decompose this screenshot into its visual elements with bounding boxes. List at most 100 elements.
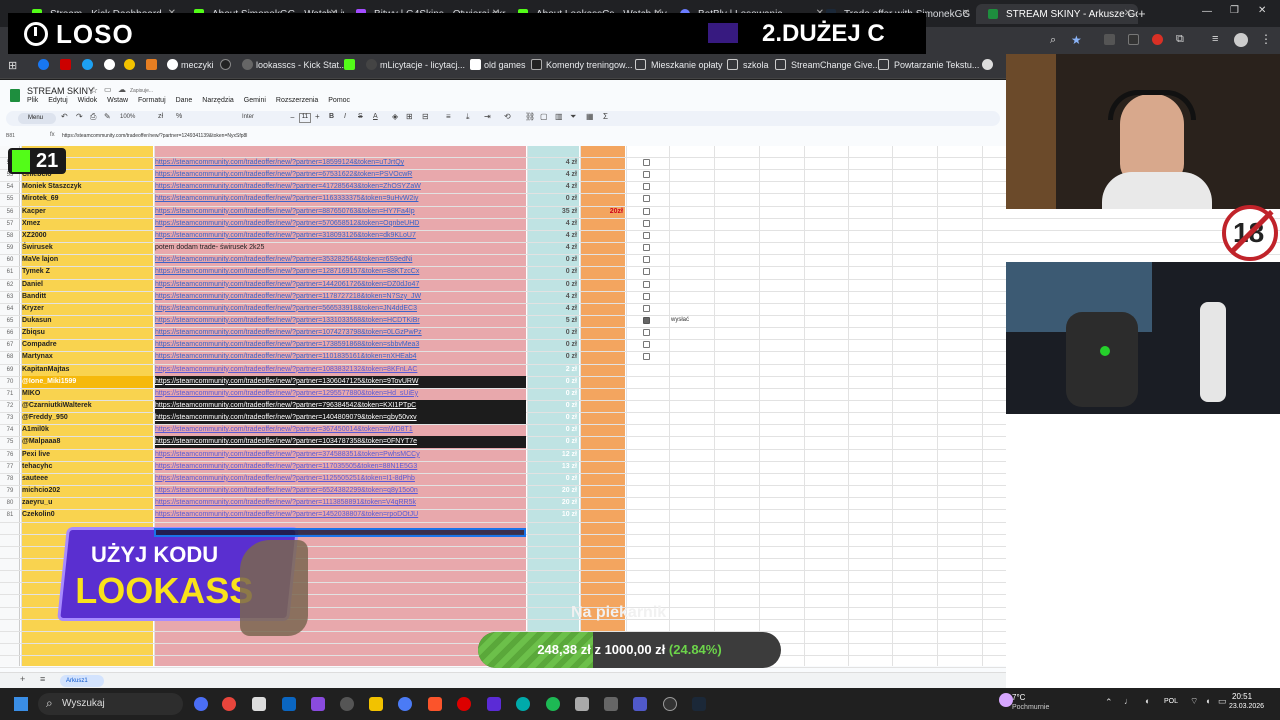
all-sheets-icon[interactable]: ≡ [40,674,45,684]
taskbar-app-icon[interactable] [340,697,354,711]
amount-cell[interactable]: 4 zł [527,157,579,169]
windows-start-icon[interactable] [14,697,28,711]
table-row[interactable]: 65 Dukasun https://steamcommunity.com/trad… [0,315,1006,327]
teams-icon[interactable] [633,697,647,711]
wrap-icon[interactable]: ⇥ [484,112,491,121]
amount-cell[interactable]: 4 zł [527,230,579,242]
table-row[interactable]: 79 michcio202 https://steamcommunity.com/t… [0,485,1006,497]
bookmark-streamchange[interactable]: StreamChange Give... [791,60,880,70]
checkbox[interactable] [643,207,650,215]
trade-link-cell[interactable]: https://steamcommunity.com/tradeoffer/ne… [155,509,526,521]
menu-formatuj[interactable]: Formatuj [138,97,166,104]
increase-font-icon[interactable]: + [315,112,320,121]
table-row[interactable]: 61 Tymek Zhttps://steamcommunity.com/trad… [0,266,1006,278]
paint-format-icon[interactable]: ✎ [104,112,111,121]
amount-cell[interactable]: 0 zł [527,279,579,291]
bookmark-old-games[interactable]: old games [484,60,526,70]
speaker-icon[interactable]: ◐ [1145,696,1150,706]
taskbar-app-icon[interactable] [604,697,618,711]
bookmark-komendy[interactable]: Komendy treningow... [546,60,633,70]
amount-cell[interactable]: 35 zł [527,206,579,218]
table-row[interactable]: 54 Moniek Staszczyk https://steamcommunity… [0,181,1006,193]
trade-link-cell[interactable]: https://steamcommunity.com/tradeoffer/ne… [155,315,526,327]
table-row[interactable]: 78 sauteee https://steamcommunity.com/trad… [0,473,1006,485]
file-explorer-icon[interactable] [252,697,266,711]
trade-link-cell[interactable]: https://steamcommunity.com/tradeoffer/ne… [155,181,526,193]
name-cell[interactable]: tehacyhc [22,461,153,473]
steam-icon[interactable] [692,697,706,711]
name-cell[interactable]: Kacper [22,206,153,218]
row-number[interactable]: 56 [0,206,20,218]
chart-icon[interactable]: ▥ [555,112,563,121]
puzzle-icon[interactable]: ⧉ [1176,33,1184,46]
name-cell[interactable]: Xmez [22,218,153,230]
valign-icon[interactable]: ⤓ [466,112,470,122]
volume-icon[interactable]: ◖ [1205,696,1210,706]
row-number[interactable]: 81 [0,509,20,521]
bookmark-powtarzanie[interactable]: Powtarzanie Tekstu... [894,60,979,70]
trade-link-cell[interactable]: https://steamcommunity.com/tradeoffer/ne… [155,436,526,449]
table-row[interactable]: 76 Pexi live https://steamcommunity.com/tr… [0,449,1006,461]
opera-icon[interactable] [457,697,471,711]
trade-link-cell[interactable]: potem dodam trade- świrusek 2k25 [155,242,526,254]
trade-link-cell[interactable]: https://steamcommunity.com/tradeoffer/ne… [155,339,526,351]
cell-reference[interactable]: B81 [6,133,15,139]
amount-cell[interactable]: 4 zł [527,181,579,193]
amount-cell[interactable]: 2 zł [527,364,579,376]
more-menu-icon[interactable]: ⋮ [1260,32,1272,46]
document-title[interactable]: STREAM SKINY [27,86,94,96]
wifi-icon[interactable]: ⌔ [1190,696,1198,707]
link-icon[interactable]: ⛓ [525,112,535,121]
bookmark-icon[interactable] [344,59,355,70]
battery-icon[interactable]: ▭ [1218,696,1227,707]
amount-cell[interactable]: 0 zł [527,339,579,351]
bold-icon[interactable]: B [329,113,334,120]
extra-amount-cell[interactable]: 20zł [580,206,625,218]
checkbox[interactable] [643,268,650,276]
trade-link-cell[interactable]: https://steamcommunity.com/tradeoffer/ne… [155,218,526,230]
row-number[interactable]: 70 [0,376,20,388]
amount-cell[interactable]: 20 zł [527,485,579,497]
trade-link-cell[interactable]: https://steamcommunity.com/tradeoffer/ne… [155,206,526,218]
profile-avatar[interactable] [1234,33,1248,47]
table-row[interactable]: 81 Czekolin0 https://steamcommunity.com/tr… [0,509,1006,521]
name-cell[interactable]: Pexi live [22,449,153,461]
trade-link-cell[interactable]: https://steamcommunity.com/tradeoffer/ne… [155,449,526,461]
checkbox[interactable] [643,280,650,288]
name-cell[interactable]: Mirotek_69 [22,193,153,205]
table-row[interactable]: 67 Compadre https://steamcommunity.com/tra… [0,339,1006,351]
outlook-icon[interactable] [282,697,296,711]
brave-icon[interactable] [428,697,442,711]
amount-cell[interactable]: 0 zł [527,376,579,388]
name-cell[interactable]: XZ2000 [22,230,153,242]
clock-date[interactable]: 23.03.2026 [1229,703,1264,710]
amount-cell[interactable]: 20 zł [527,497,579,509]
minimize-button[interactable]: — [1202,6,1212,17]
extension-icon[interactable] [1104,34,1115,45]
row-number[interactable]: 67 [0,339,20,351]
bookmark-szkola[interactable]: szkola [743,60,769,70]
row-number[interactable]: 54 [0,181,20,193]
taskbar-search[interactable]: ⌕ Wyszukaj [38,693,183,715]
comment-icon[interactable]: ▢ [540,112,548,121]
currency-icon[interactable]: zł [158,113,163,120]
amount-cell[interactable]: 4 zł [527,218,579,230]
undo-icon[interactable]: ↶ [61,112,68,121]
weather-temp[interactable]: 7°C [1012,693,1025,702]
checkbox[interactable] [643,244,650,252]
apps-grid-icon[interactable]: ⊞ [8,59,17,72]
taskbar-app-icon[interactable] [398,697,412,711]
checkbox[interactable] [643,195,650,203]
amount-cell[interactable]: 0 zł [527,351,579,363]
table-row[interactable]: 58 XZ2000 https://steamcommunity.com/trade… [0,230,1006,242]
amount-cell[interactable]: 5 zł [527,315,579,327]
merge-icon[interactable]: ⊟ [422,112,429,121]
menu-plik[interactable]: Plik [27,97,38,104]
bookmark-star-icon[interactable]: ★ [1071,33,1082,47]
checkbox[interactable] [643,329,650,337]
trade-link-cell[interactable]: https://steamcommunity.com/tradeoffer/ne… [155,230,526,242]
bookmark-icon[interactable] [82,59,93,70]
trade-link-cell[interactable]: https://steamcommunity.com/tradeoffer/ne… [155,266,526,278]
name-cell[interactable]: Moniek Staszczyk [22,181,153,193]
trade-link-cell[interactable]: https://steamcommunity.com/tradeoffer/ne… [155,400,526,412]
